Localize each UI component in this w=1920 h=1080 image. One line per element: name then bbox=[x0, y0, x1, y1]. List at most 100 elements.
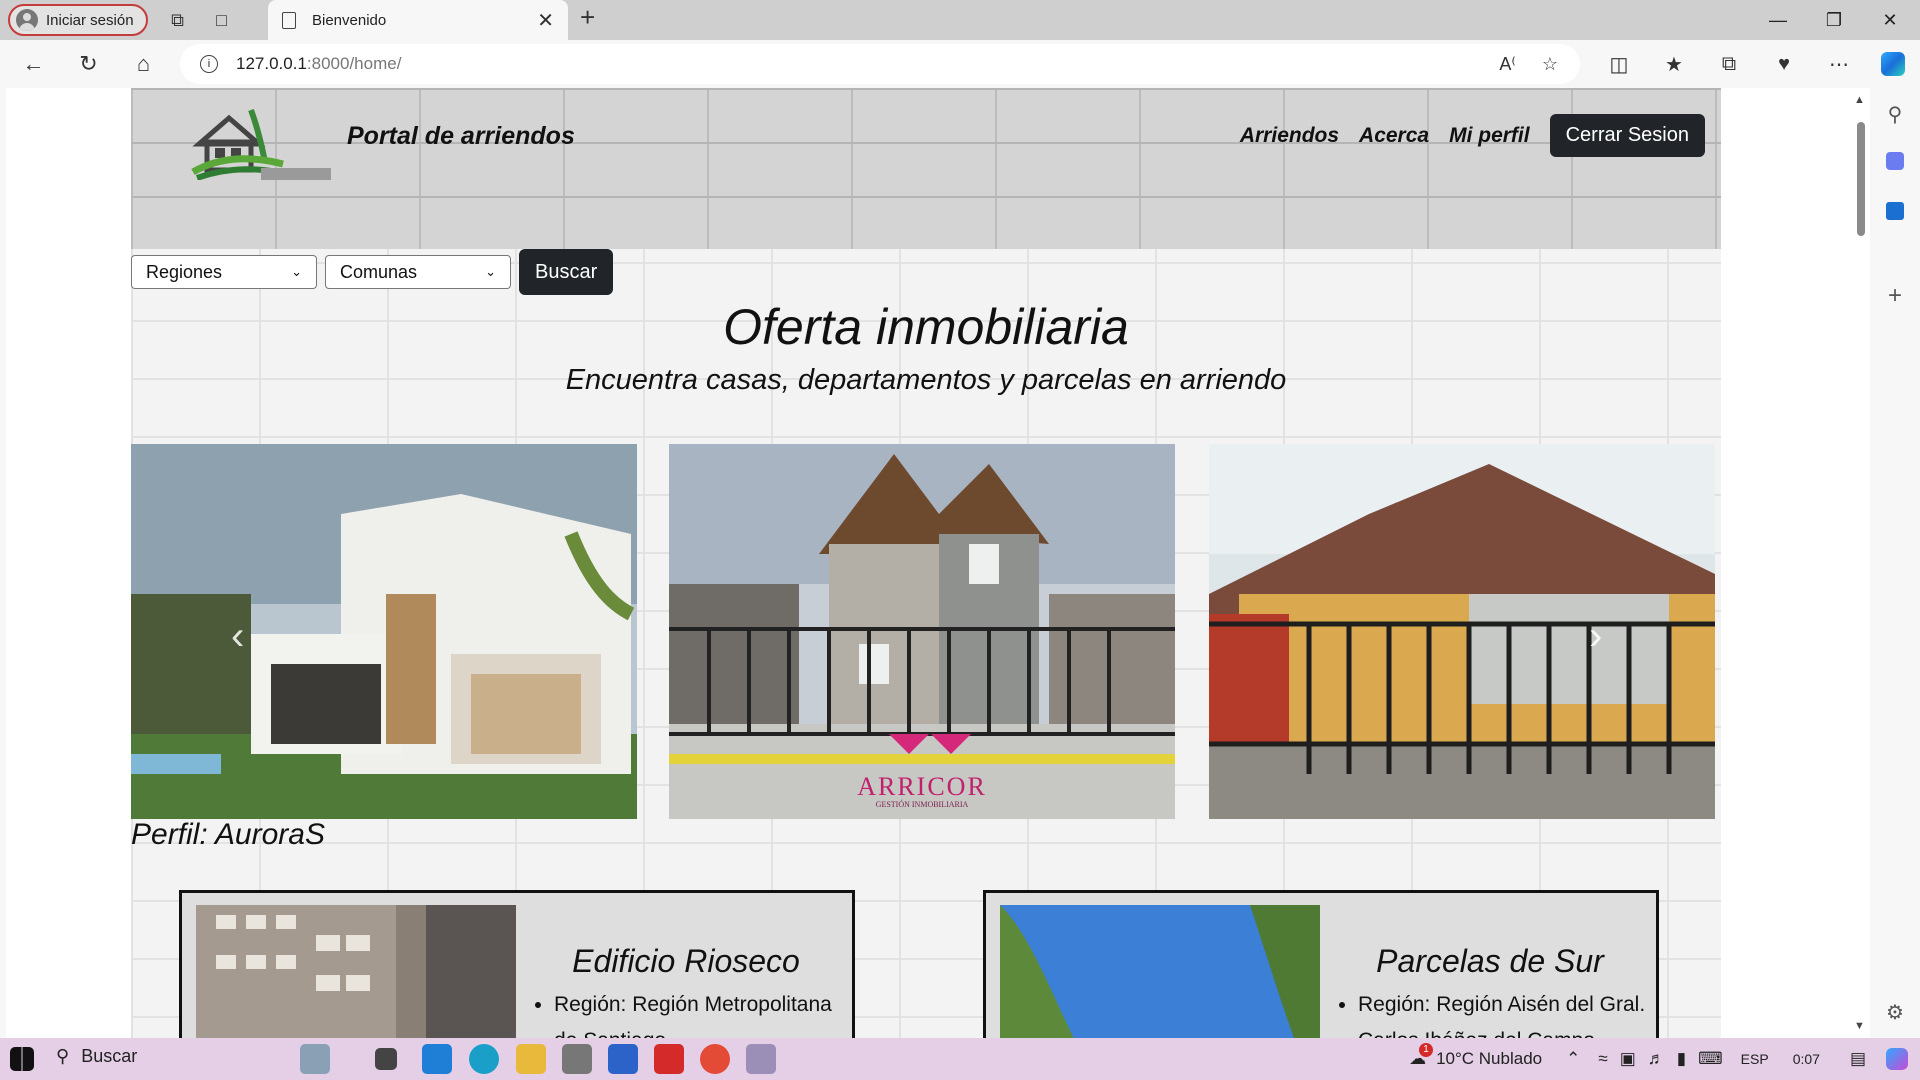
property-title: Parcelas de Sur bbox=[1376, 943, 1604, 979]
edge-taskbar-icon[interactable] bbox=[469, 1044, 499, 1074]
app-icon-2[interactable] bbox=[746, 1044, 776, 1074]
site-info-icon[interactable]: i bbox=[200, 55, 218, 73]
back-icon[interactable]: ← bbox=[6, 40, 61, 88]
volume-icon[interactable]: ♬ bbox=[1648, 1049, 1665, 1069]
nav-arriendos[interactable]: Arriendos bbox=[1240, 124, 1339, 148]
file-explorer-icon[interactable] bbox=[516, 1044, 546, 1074]
site-logo bbox=[191, 108, 331, 180]
start-icon[interactable] bbox=[10, 1047, 34, 1071]
chrome-icon[interactable] bbox=[700, 1044, 730, 1074]
restore-icon[interactable]: ❐ bbox=[1806, 0, 1862, 40]
comuna-select[interactable]: Comunas ⌄ bbox=[325, 255, 511, 289]
scroll-up-icon[interactable]: ▲ bbox=[1854, 94, 1865, 106]
search-icon: ⚲ bbox=[56, 1046, 70, 1066]
close-tab-icon[interactable]: ✕ bbox=[537, 8, 554, 33]
split-screen-icon[interactable]: ◫ bbox=[1592, 40, 1646, 88]
chevron-down-icon: ⌄ bbox=[291, 264, 302, 279]
carousel-next-icon[interactable]: › bbox=[1589, 614, 1602, 659]
carousel-slide-3: › bbox=[1209, 444, 1715, 819]
taskbar-search[interactable]: ⚲ Buscar bbox=[56, 1046, 137, 1067]
notifications-icon[interactable]: ▤ bbox=[1850, 1049, 1866, 1069]
property-title: Edificio Rioseco bbox=[572, 943, 800, 979]
wifi-icon[interactable]: ≈ bbox=[1598, 1049, 1607, 1069]
top-navigation: Arriendos Acerca Mi perfil Cerrar Sesion bbox=[1240, 114, 1705, 157]
profile-label: Iniciar sesión bbox=[46, 11, 134, 29]
search-filters: Regiones ⌄ Comunas ⌄ Buscar bbox=[131, 249, 614, 295]
store-icon[interactable] bbox=[608, 1044, 638, 1074]
page-heading: Oferta inmobiliaria bbox=[723, 299, 1129, 355]
url-path: :8000/home/ bbox=[306, 54, 402, 73]
language-indicator[interactable]: ESP bbox=[1741, 1051, 1769, 1067]
acrobat-icon[interactable] bbox=[654, 1044, 684, 1074]
search-button[interactable]: Buscar bbox=[519, 249, 614, 295]
weather-icon[interactable]: ☁ 1 bbox=[1409, 1043, 1434, 1069]
refresh-icon[interactable]: ↻ bbox=[61, 40, 116, 88]
more-menu-icon[interactable]: ⋯ bbox=[1812, 40, 1866, 88]
app-icon[interactable] bbox=[562, 1044, 592, 1074]
house-photo-3 bbox=[1209, 444, 1715, 819]
edge-sidebar: ⚲ + ⚙ bbox=[1870, 88, 1920, 1038]
copilot-icon[interactable] bbox=[1866, 40, 1920, 88]
read-aloud-icon[interactable]: A⁽ bbox=[1499, 54, 1515, 75]
favorites-icon[interactable]: ★ bbox=[1647, 40, 1701, 88]
outlook-icon[interactable] bbox=[1870, 202, 1920, 226]
property-card[interactable]: Edificio Rioseco Región: Región Metropol… bbox=[179, 890, 855, 1038]
favorite-star-icon[interactable]: ☆ bbox=[1542, 54, 1558, 75]
site-header: Portal de arriendos Arriendos Acerca Mi … bbox=[131, 88, 1721, 249]
url-host: 127.0.0.1 bbox=[236, 54, 307, 73]
page-scrollbar[interactable]: ▲ ▼ bbox=[1850, 88, 1870, 1038]
tab-bienvenido[interactable]: Bienvenido ✕ bbox=[268, 0, 568, 40]
property-card[interactable]: Parcelas de Sur Región: Región Aisén del… bbox=[983, 890, 1659, 1038]
weather-text[interactable]: 10°C Nublado bbox=[1436, 1049, 1542, 1069]
minimize-icon[interactable]: — bbox=[1750, 0, 1806, 40]
scroll-down-icon[interactable]: ▼ bbox=[1854, 1020, 1865, 1032]
region-select-value: Regiones bbox=[146, 261, 223, 282]
taskbar-search-label: Buscar bbox=[81, 1046, 138, 1066]
property-details: Región: Región Aisén del Gral. Carlos Ib… bbox=[1358, 987, 1658, 1038]
battery-icon[interactable]: ▮ bbox=[1677, 1049, 1686, 1069]
page-icon bbox=[282, 11, 296, 29]
avatar-icon bbox=[16, 9, 38, 31]
carousel-prev-icon[interactable]: ‹ bbox=[231, 614, 244, 659]
carousel-slide-2: ARRICOR GESTIÓN INMOBILIARIA bbox=[669, 444, 1175, 819]
keyboard-icon[interactable]: ⌨ bbox=[1698, 1049, 1723, 1069]
property-details: Región: Región Metropolitana de Santiago bbox=[554, 987, 854, 1038]
scrollbar-thumb[interactable] bbox=[1857, 122, 1865, 236]
collections-icon[interactable]: ⧉ bbox=[1702, 40, 1756, 88]
address-bar[interactable]: i 127.0.0.1:8000/home/ A⁽ ☆ bbox=[180, 44, 1580, 84]
new-tab-icon[interactable]: + bbox=[580, 2, 595, 33]
browser-toolbar: ← ↻ ⌂ i 127.0.0.1:8000/home/ A⁽ ☆ ◫ ★ ⧉ … bbox=[0, 40, 1920, 88]
tab-actions-icon[interactable]: □ bbox=[200, 0, 244, 40]
tray-chevron-icon[interactable]: ⌃ bbox=[1566, 1049, 1580, 1069]
region-select[interactable]: Regiones ⌄ bbox=[131, 255, 317, 289]
site-title: Portal de arriendos bbox=[347, 122, 575, 150]
property-image bbox=[1000, 905, 1320, 1038]
site-page: Portal de arriendos Arriendos Acerca Mi … bbox=[131, 88, 1721, 1038]
profile-button[interactable]: Iniciar sesión bbox=[8, 4, 148, 36]
weather-badge: 1 bbox=[1419, 1043, 1434, 1057]
search-icon[interactable]: ⚲ bbox=[1870, 102, 1920, 127]
property-region: Región: Región Aisén del Gral. Carlos Ib… bbox=[1358, 987, 1658, 1038]
home-icon[interactable]: ⌂ bbox=[116, 40, 171, 88]
carousel-brand-text: ARRICOR bbox=[857, 772, 987, 801]
widgets-icon[interactable] bbox=[300, 1044, 330, 1074]
page-viewport: Portal de arriendos Arriendos Acerca Mi … bbox=[0, 88, 1870, 1038]
task-view-icon[interactable] bbox=[375, 1048, 397, 1070]
add-sidebar-icon[interactable]: + bbox=[1870, 282, 1920, 310]
property-carousel: ‹ ARRICOR GESTIÓN INMOBILIARIA › bbox=[131, 444, 1721, 819]
copilot-sidebar-icon[interactable] bbox=[1870, 152, 1920, 176]
house-photo-1 bbox=[131, 444, 637, 819]
nav-mi-perfil[interactable]: Mi perfil bbox=[1449, 124, 1530, 148]
copilot-taskbar-icon[interactable] bbox=[1886, 1048, 1908, 1070]
vscode-icon[interactable] bbox=[422, 1044, 452, 1074]
logout-button[interactable]: Cerrar Sesion bbox=[1549, 114, 1705, 157]
close-window-icon[interactable]: ✕ bbox=[1862, 0, 1918, 40]
browser-essentials-icon[interactable]: ♥ bbox=[1757, 40, 1811, 88]
sidebar-settings-icon[interactable]: ⚙ bbox=[1870, 1000, 1920, 1025]
clock[interactable]: 0:07 bbox=[1793, 1051, 1820, 1067]
carousel-slide-1: ‹ bbox=[131, 444, 637, 819]
network-icon[interactable]: ▣ bbox=[1620, 1049, 1636, 1069]
chevron-down-icon: ⌄ bbox=[485, 264, 496, 279]
workspaces-icon[interactable]: ⧉ bbox=[156, 0, 200, 40]
nav-acerca[interactable]: Acerca bbox=[1359, 124, 1429, 148]
